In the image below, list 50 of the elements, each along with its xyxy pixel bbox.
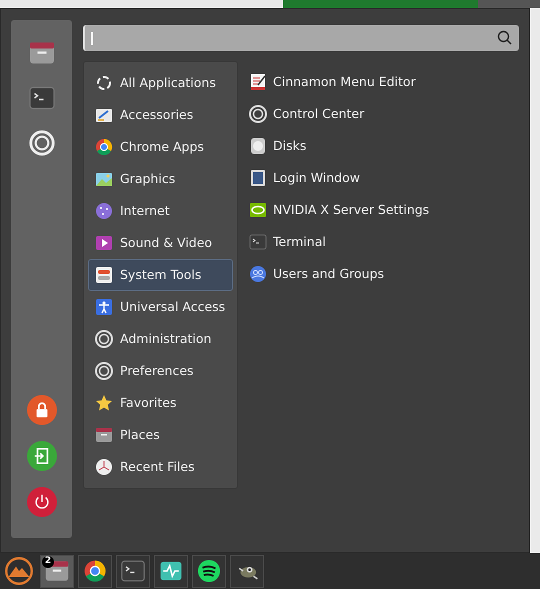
application-item[interactable]: Login Window [248, 162, 430, 194]
logout-icon [32, 447, 50, 465]
system-monitor-button[interactable] [154, 554, 188, 588]
chrome-button[interactable] [78, 554, 112, 588]
category-item[interactable]: Preferences [88, 355, 233, 387]
terminal-icon [248, 232, 268, 252]
chrome-icon [94, 137, 114, 157]
category-item[interactable]: System Tools [88, 259, 233, 291]
accessibility-icon [94, 297, 114, 317]
application-item[interactable]: NVIDIA X Server Settings [248, 194, 430, 226]
application-item[interactable]: Users and Groups [248, 258, 430, 290]
category-item[interactable]: Sound & Video [88, 227, 233, 259]
logout-button[interactable] [26, 441, 56, 471]
application-item[interactable]: Cinnamon Menu Editor [248, 66, 430, 98]
category-item[interactable]: Accessories [88, 99, 233, 131]
power-icon [32, 493, 50, 511]
people-icon [248, 264, 268, 284]
power-button[interactable] [26, 487, 56, 517]
spotify-icon [196, 558, 222, 584]
window-count-badge: 2 [42, 556, 54, 568]
category-item[interactable]: All Applications [88, 67, 233, 99]
category-item[interactable]: Chrome Apps [88, 131, 233, 163]
category-item[interactable]: Favorites [88, 387, 233, 419]
star-icon [94, 393, 114, 413]
text-cursor [91, 32, 93, 44]
chrome-icon [82, 558, 108, 584]
globe-icon [94, 201, 114, 221]
category-item[interactable]: Administration [88, 323, 233, 355]
toggles-icon [94, 265, 114, 285]
lock-button[interactable] [26, 395, 56, 425]
play-icon [94, 233, 114, 253]
file-manager-button[interactable]: 2 [40, 554, 74, 588]
monitor-icon [248, 168, 268, 188]
search-icon [497, 30, 513, 46]
category-item[interactable]: Universal Access [88, 291, 233, 323]
folder-icon [94, 425, 114, 445]
application-item[interactable]: Disks [248, 130, 430, 162]
notepad-icon [248, 72, 268, 92]
category-item[interactable]: Places [88, 419, 233, 451]
mountain-icon [4, 556, 34, 586]
category-item[interactable]: Recent Files [88, 451, 233, 483]
spotify-button[interactable] [192, 554, 226, 588]
application-item[interactable]: Control Center [248, 98, 430, 130]
gimp-button[interactable] [230, 554, 264, 588]
application-item[interactable]: Terminal [248, 226, 430, 258]
category-item[interactable]: Graphics [88, 163, 233, 195]
category-item[interactable]: Internet [88, 195, 233, 227]
ring-icon [94, 73, 114, 93]
menu-button[interactable] [2, 554, 36, 588]
search-field[interactable] [83, 25, 519, 51]
